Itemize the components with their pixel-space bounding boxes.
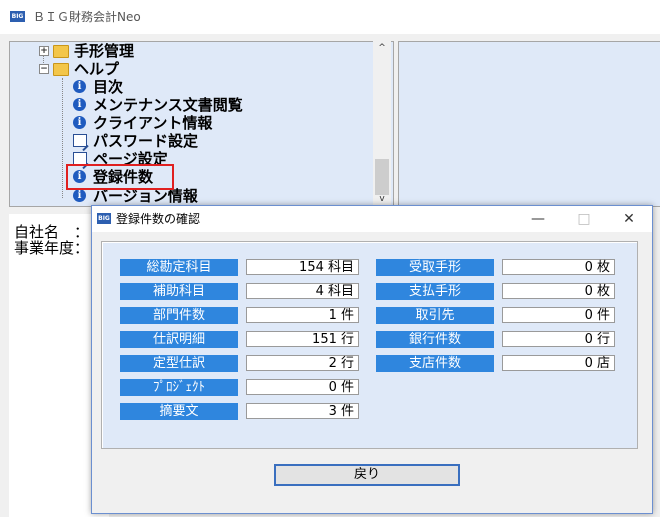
dialog-title: 登録件数の確認 — [116, 212, 201, 226]
field-value: 151 行 — [246, 331, 359, 347]
tree-item-label: 手形管理 — [74, 42, 135, 60]
field-value: 0 店 — [502, 355, 615, 371]
field-label: 補助科目 — [120, 283, 238, 300]
right-panel — [398, 41, 660, 207]
scroll-down-icon[interactable]: v — [373, 192, 391, 206]
info-icon: i — [73, 116, 86, 129]
field-label: 部門件数 — [120, 307, 238, 324]
tree-scrollbar[interactable]: ^ v — [373, 41, 391, 206]
info-icon: i — [73, 98, 86, 111]
field-label: 支店件数 — [376, 355, 494, 372]
back-button[interactable]: 戻り — [274, 464, 460, 486]
maximize-button: □ — [577, 211, 591, 227]
tree-item-label: ヘルプ — [74, 60, 120, 78]
counts-group: 総勘定科目 154 科目 補助科目 4 科目 部門件数 1 件 仕訳明細 151… — [101, 241, 638, 449]
field-label: 総勘定科目 — [120, 259, 238, 276]
tree-item-label: メンテナンス文書閲覧 — [93, 96, 243, 114]
field-value: 4 科目 — [246, 283, 359, 299]
scroll-up-icon[interactable]: ^ — [373, 41, 391, 55]
field-value: 2 行 — [246, 355, 359, 371]
expand-minus-icon[interactable]: − — [39, 64, 49, 74]
tree-item-label: クライアント情報 — [93, 114, 213, 132]
dialog-title-bar: BIG 登録件数の確認 — □ ✕ — [92, 206, 652, 232]
field-value: 0 枚 — [502, 259, 615, 275]
scroll-thumb[interactable] — [375, 159, 389, 195]
registration-count-dialog: BIG 登録件数の確認 — □ ✕ 総勘定科目 154 科目 補助科目 4 科目… — [91, 205, 653, 514]
field-value: 3 件 — [246, 403, 359, 419]
folder-icon — [53, 45, 69, 58]
tree-item-label: パスワード設定 — [93, 132, 199, 150]
close-button[interactable]: ✕ — [606, 206, 652, 232]
field-label: 定型仕訳 — [120, 355, 238, 372]
app-title-bar: BIG ＢＩＧ財務会計Neo — [0, 0, 660, 34]
minimize-button[interactable]: — — [515, 206, 561, 232]
app-logo-icon: BIG — [10, 11, 25, 22]
expand-plus-icon[interactable]: + — [39, 46, 49, 56]
info-icon: i — [73, 189, 86, 202]
edit-icon — [73, 134, 87, 147]
tree-guide-line — [62, 78, 63, 198]
field-value: 0 件 — [502, 307, 615, 323]
field-value: 154 科目 — [246, 259, 359, 275]
field-value: 0 行 — [502, 331, 615, 347]
info-icon: i — [73, 80, 86, 93]
fiscal-year-label: 事業年度： — [14, 239, 90, 257]
field-label: 支払手形 — [376, 283, 494, 300]
field-value: 0 枚 — [502, 283, 615, 299]
field-label: 受取手形 — [376, 259, 494, 276]
app-title: ＢＩＧ財務会計Neo — [33, 10, 141, 24]
dialog-app-icon: BIG — [97, 213, 111, 224]
field-value: 0 件 — [246, 379, 359, 395]
folder-open-icon — [53, 63, 69, 76]
field-label: 取引先 — [376, 307, 494, 324]
field-label: 銀行件数 — [376, 331, 494, 348]
field-label: ﾌﾟﾛｼﾞｪｸﾄ — [120, 379, 238, 396]
field-value: 1 件 — [246, 307, 359, 323]
field-label: 摘要文 — [120, 403, 238, 420]
field-label: 仕訳明細 — [120, 331, 238, 348]
selection-highlight — [66, 164, 174, 190]
tree-item-label: 目次 — [93, 78, 124, 96]
